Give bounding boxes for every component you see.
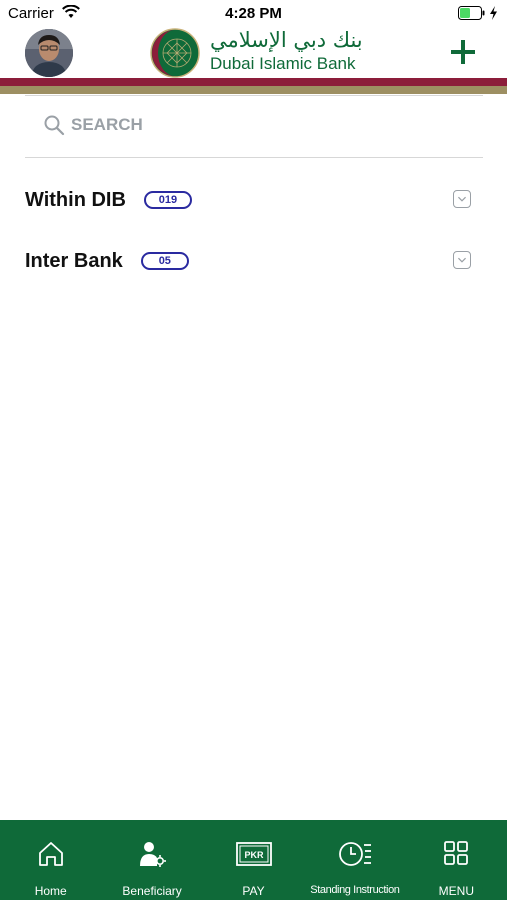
bank-name-english: Dubai Islamic Bank (210, 54, 356, 73)
pkr-label: PKR (244, 850, 264, 860)
group-within-dib[interactable]: Within DIB 019 (25, 183, 483, 217)
charging-bolt-icon (490, 6, 497, 20)
profile-avatar[interactable] (25, 29, 73, 77)
search-input[interactable] (71, 115, 451, 135)
group-inter-bank[interactable]: Inter Bank 05 (25, 244, 483, 278)
bank-name-arabic: بنك دبي الإسلامي (210, 28, 363, 52)
clock-list-icon (339, 842, 371, 866)
home-icon (38, 842, 63, 866)
search-bottom-divider (25, 157, 483, 158)
app-header: بنك دبي الإسلامي Dubai Islamic Bank (0, 26, 507, 78)
nav-label: MENU (438, 884, 474, 898)
nav-item-pay[interactable]: PKR PAY (203, 820, 304, 900)
header-accent-bar-maroon (0, 78, 507, 86)
nav-label: Home (34, 884, 67, 898)
nav-label: PAY (242, 884, 265, 898)
chevron-down-icon[interactable] (453, 251, 471, 269)
nav-item-menu[interactable]: MENU (406, 820, 507, 900)
status-time: 4:28 PM (225, 5, 282, 22)
nav-item-beneficiary[interactable]: Beneficiary (101, 820, 202, 900)
group-label: Within DIB (25, 188, 126, 211)
group-count-badge: 05 (140, 252, 189, 270)
nav-label: Standing Instruction (310, 884, 400, 896)
nav-item-home[interactable]: Home (0, 820, 101, 900)
status-bar: Carrier 4:28 PM (0, 0, 507, 26)
grid-menu-icon (444, 841, 469, 865)
header-accent-bar-gold (0, 86, 507, 94)
nav-item-standing-instruction[interactable]: Standing Instruction (304, 820, 405, 900)
search-bar[interactable] (25, 103, 483, 147)
group-count-badge: 019 (143, 191, 192, 209)
pkr-banknote-icon: PKR (235, 842, 272, 866)
search-top-divider (25, 95, 483, 96)
add-beneficiary-plus-icon[interactable] (449, 38, 477, 66)
chevron-down-icon[interactable] (453, 190, 471, 208)
group-label: Inter Bank (25, 249, 123, 272)
nav-label: Beneficiary (122, 884, 182, 898)
avatar-photo-icon (25, 29, 73, 77)
bottom-nav: Home Beneficiary PKR PAY Standing Instru… (0, 820, 507, 900)
beneficiary-settings-icon (140, 842, 167, 867)
dib-logo-emblem (150, 28, 200, 78)
battery-icon (458, 6, 485, 20)
search-icon (44, 115, 65, 136)
